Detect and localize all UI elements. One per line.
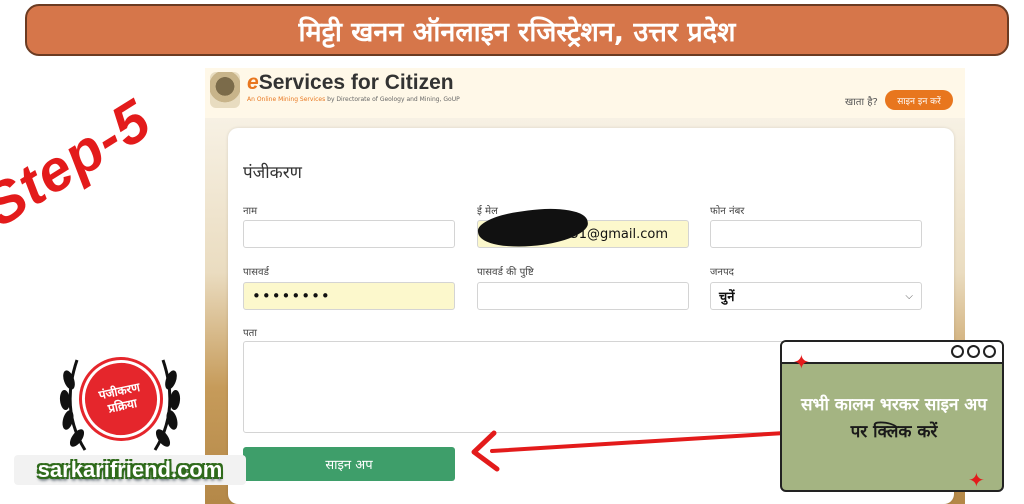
annotation-text-part-2: पर क्लिक करें xyxy=(850,422,938,442)
process-badge: पंजीकरण प्रक्रिया xyxy=(55,340,185,460)
name-input[interactable] xyxy=(243,220,455,248)
address-label: पता xyxy=(243,328,257,339)
brand-e: e xyxy=(247,71,259,94)
step-label: Step-5 xyxy=(0,87,163,240)
password-input[interactable]: •••••••• xyxy=(243,282,455,310)
brand-title: eServices for Citizen xyxy=(247,71,460,95)
brand-subtitle-rest: by Directorate of Geology and Mining, Go… xyxy=(327,96,460,103)
district-label: जनपद xyxy=(710,267,734,278)
brand-subtitle-highlight: An Online Mining Services xyxy=(247,96,326,103)
form-heading: पंजीकरण xyxy=(243,163,302,183)
email-label: ई मेल xyxy=(477,206,498,217)
name-label: नाम xyxy=(243,206,258,217)
annotation-text: सभी कालम भरकर साइन अप पर क्लिक करें xyxy=(792,392,996,446)
title-banner: मिट्टी खनन ऑनलाइन रजिस्ट्रेशन, उत्तर प्र… xyxy=(25,4,1009,56)
site-header: eServices for Citizen An Online Mining S… xyxy=(205,68,965,118)
window-dot-icon xyxy=(967,345,980,358)
banner-title: मिट्टी खनन ऑनलाइन रजिस्ट्रेशन, उत्तर प्र… xyxy=(298,16,736,48)
phone-input[interactable] xyxy=(710,220,922,248)
brand-name: Services for Citizen xyxy=(258,71,454,94)
chevron-down-icon: ⌵ xyxy=(905,290,913,302)
sparkle-icon: ✦ xyxy=(968,468,985,492)
password-label: पासवर्ड xyxy=(243,267,269,278)
district-select-value: चुनें xyxy=(719,290,735,305)
brand-logo[interactable]: eServices for Citizen An Online Mining S… xyxy=(247,71,460,103)
confirm-password-label: पासवर्ड की पुष्टि xyxy=(477,267,534,278)
arrow-left-icon xyxy=(471,430,787,472)
signup-button[interactable]: साइन अप xyxy=(243,447,455,481)
window-controls xyxy=(951,345,996,358)
annotation-titlebar xyxy=(782,342,1002,364)
phone-label: फोन नंबर xyxy=(710,206,745,217)
confirm-password-input[interactable] xyxy=(477,282,689,310)
sparkle-icon: ✦ xyxy=(793,350,810,374)
brand-subtitle: An Online Mining Services by Directorate… xyxy=(247,96,460,103)
site-watermark: sarkarifriend.com xyxy=(14,455,246,485)
window-dot-icon xyxy=(983,345,996,358)
district-select[interactable]: चुनें ⌵ xyxy=(710,282,922,310)
account-text: खाता है? xyxy=(845,97,878,108)
login-button[interactable]: साइन इन करें xyxy=(885,90,953,110)
window-dot-icon xyxy=(951,345,964,358)
annotation-text-part-1: सभी कालम भरकर साइन अप xyxy=(801,395,987,415)
state-emblem-icon xyxy=(210,72,240,108)
